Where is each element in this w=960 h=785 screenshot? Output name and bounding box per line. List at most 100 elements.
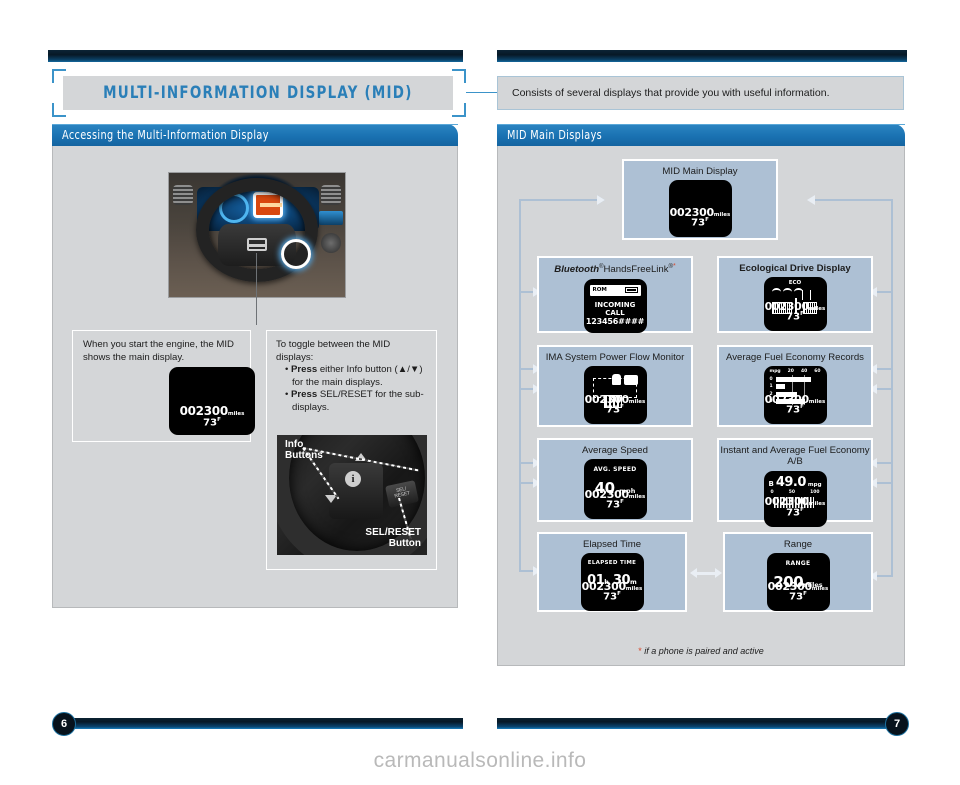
- eco-arc-1: [771, 288, 781, 296]
- rail-branch-iafe-b: [875, 482, 893, 484]
- temperature-row: 73F: [584, 405, 647, 416]
- fuel-bar-track: [775, 376, 821, 382]
- scale-min: 0: [770, 489, 774, 495]
- eco-tick-2: [809, 290, 811, 301]
- mid-screen-ima: 002300miles 73F: [583, 366, 647, 425]
- temperature-value: 73: [691, 217, 706, 229]
- node-range: Range RANGE 200miles 002300miles 73F: [723, 532, 873, 612]
- fuel-axis-label: mpg: [769, 369, 781, 375]
- section-header-label: MID Main Displays: [507, 128, 603, 142]
- scale-max: 100: [810, 489, 820, 495]
- battery-icon: [624, 287, 638, 293]
- temperature-row: 73F: [581, 592, 644, 603]
- bidir-arrow-left: [690, 568, 697, 578]
- node-title: IMA System Power Flow Monitor: [545, 352, 685, 363]
- footnote-asterisk: *: [638, 646, 642, 656]
- footnote-marker: *: [672, 263, 676, 270]
- temperature-row: 73F: [764, 312, 827, 323]
- temperature-row: 73F: [764, 405, 827, 416]
- temperature-unit: F: [620, 404, 624, 411]
- temperature-unit: F: [803, 591, 807, 598]
- odometer-unit: miles: [808, 398, 826, 405]
- odometer-value-row: 002300miles: [764, 393, 827, 406]
- temperature-value: 73: [786, 311, 801, 323]
- odometer-unit: miles: [808, 501, 826, 508]
- odometer-value-row: 002300miles: [669, 206, 732, 219]
- node-ima-system-power-flow-monitor: IMA System Power Flow Monitor 002300mile…: [537, 345, 693, 427]
- arrow-into-main-display: [597, 195, 605, 205]
- mid-odometer-block: 002300miles 73F: [669, 206, 732, 230]
- temperature-value: 73: [786, 404, 801, 416]
- fuel-tick-40: 40: [800, 369, 808, 375]
- temperature-value: 73: [789, 591, 804, 603]
- page-number-right: 7: [885, 712, 909, 736]
- mid-screen-fuel-records: mpg 20 40 60 0 1 2 3 002300miles 73F: [763, 366, 827, 425]
- range-caption: RANGE: [785, 560, 811, 568]
- table-row: 1: [770, 384, 821, 390]
- fuel-bar-fill: [775, 376, 811, 382]
- bluetooth-wordmark: Bluetooth: [554, 264, 600, 276]
- node-title: MID Main Display: [662, 166, 738, 177]
- temperature-row: 73F: [669, 218, 732, 229]
- temperature-unit: F: [620, 499, 624, 506]
- mid-screen-range: RANGE 200miles 002300miles 73F: [766, 553, 830, 612]
- node-title: Instant and Average Fuel Economy A/B: [720, 445, 870, 468]
- rail-branch-iafe-a: [875, 462, 893, 464]
- roaming-label: ROM: [592, 287, 607, 293]
- fuel-tick-20: 20: [787, 369, 794, 375]
- node-average-fuel-economy-records: Average Fuel Economy Records mpg 20 40 6…: [717, 345, 873, 427]
- fuel-tick-60: 60: [814, 369, 821, 375]
- fuel-economy-value: 49.0: [775, 474, 807, 490]
- rail-right-stub-top: [813, 199, 893, 201]
- temperature-unit: F: [800, 506, 804, 513]
- node-elapsed-time: Elapsed Time ELAPSED TIME 01h 30m 002300…: [537, 532, 687, 612]
- rail-branch-afer-a: [875, 368, 893, 370]
- elapsed-time-caption: ELAPSED TIME: [587, 560, 637, 567]
- mid-odometer-block: 002300miles 73F: [581, 580, 644, 604]
- temperature-value: 73: [603, 591, 618, 603]
- handsfreelink-wordmark: HandsFreeLink: [603, 264, 669, 276]
- section-header-mid-main-displays: MID Main Displays: [497, 124, 905, 146]
- intro-note-text: Consists of several displays that provid…: [512, 87, 830, 99]
- mid-odometer-block: 002300miles 73F: [764, 496, 827, 519]
- odometer-value-row: 002300miles: [767, 580, 830, 593]
- rail-left-stub-top: [519, 199, 599, 201]
- temperature-row: 73F: [767, 592, 830, 603]
- call-line-1: INCOMING: [594, 300, 636, 309]
- incoming-call-text: INCOMING CALL: [584, 301, 647, 319]
- node-title: Bluetooth®HandsFreeLink®*: [539, 258, 691, 276]
- mid-screen-instant-fuel-economy: B 49.0 mpg 0 50 100 002300miles 73F: [763, 470, 827, 527]
- node-title: Average Fuel Economy Records: [726, 352, 864, 363]
- table-row: 0: [770, 376, 821, 382]
- temperature-unit: F: [705, 217, 709, 224]
- node-title: Range: [783, 539, 813, 550]
- odometer-unit: miles: [811, 585, 829, 592]
- rail-branch-eco: [875, 291, 893, 293]
- watermark: carmanualsonline.info: [373, 749, 587, 772]
- fuel-economy-unit: mpg: [807, 481, 822, 488]
- odometer-unit: miles: [625, 585, 643, 592]
- node-title: Ecological Drive Display: [739, 263, 851, 274]
- odometer-unit: miles: [628, 493, 646, 500]
- bidir-shaft: [696, 572, 716, 575]
- temperature-value: 73: [606, 404, 621, 416]
- temperature-row: 73F: [764, 506, 827, 519]
- node-title: Average Speed: [582, 445, 648, 456]
- fuel-bar-fill: [775, 384, 785, 390]
- temperature-value: 73: [606, 499, 621, 511]
- node-average-speed: Average Speed AVG. SPEED 40 mph 002300mi…: [537, 438, 693, 522]
- node-mid-main-display: MID Main Display 002300miles 73F: [622, 159, 778, 240]
- avg-speed-caption: AVG. SPEED: [593, 466, 637, 474]
- caller-number: 123456####: [585, 316, 645, 326]
- node-instant-and-average-fuel-economy: Instant and Average Fuel Economy A/B B 4…: [717, 438, 873, 527]
- eco-label: ECO: [788, 280, 802, 287]
- bluetooth-status-bar: ROM: [589, 284, 641, 296]
- rail-branch-afer-b: [875, 388, 893, 390]
- node-bluetooth-handsfreelink: Bluetooth®HandsFreeLink®* ROM INCOMING C…: [537, 256, 693, 333]
- ima-engine-icon: [612, 374, 622, 386]
- fuel-bar-track: [775, 384, 821, 390]
- odometer-unit: miles: [808, 305, 826, 312]
- page-right: Consists of several displays that provid…: [0, 0, 960, 785]
- node-title: Elapsed Time: [582, 539, 642, 550]
- mid-screen-eco: ECO 002300miles 73F: [763, 277, 827, 332]
